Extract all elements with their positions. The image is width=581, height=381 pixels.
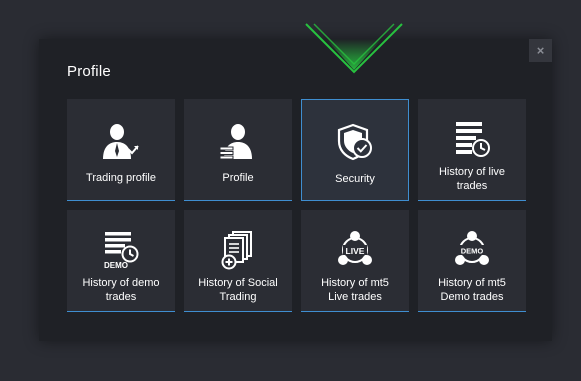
tile-trading-profile[interactable]: Trading profile xyxy=(67,99,175,201)
mt5-demo-icon: DEMO xyxy=(455,231,489,265)
tile-history-social-trading[interactable]: History of Social Trading xyxy=(184,210,292,312)
profile-modal: × Profile Trading profile Profile Securi… xyxy=(39,39,552,341)
profile-menu-grid: Trading profile Profile Security History… xyxy=(67,99,526,312)
trading-profile-icon xyxy=(103,124,139,159)
tile-history-demo-trades[interactable]: DEMO History of demo trades xyxy=(67,210,175,312)
close-icon: × xyxy=(536,43,545,58)
tile-history-mt5-live[interactable]: LIVE History of mt5 Live trades xyxy=(301,210,409,312)
security-shield-icon xyxy=(337,123,372,161)
profile-icon xyxy=(219,124,252,160)
live-badge: LIVE xyxy=(346,246,365,256)
tile-label: Trading profile xyxy=(86,172,156,184)
tile-label: Profile xyxy=(222,172,254,184)
close-button[interactable]: × xyxy=(529,39,552,62)
tile-label: History of live trades xyxy=(438,166,506,192)
history-live-trades-icon xyxy=(456,122,490,157)
tile-label: History of demo trades xyxy=(82,277,160,303)
tile-security[interactable]: Security xyxy=(301,99,409,201)
tile-label: History of mt5 Live trades xyxy=(321,277,389,303)
tile-history-live-trades[interactable]: History of live trades xyxy=(418,99,526,201)
tile-history-mt5-demo[interactable]: DEMO History of mt5 Demo trades xyxy=(418,210,526,312)
chevron-down-indicator-icon xyxy=(305,23,403,74)
history-demo-trades-icon: DEMO xyxy=(104,232,139,270)
tile-label: History of mt5 Demo trades xyxy=(438,277,506,303)
modal-title: Profile xyxy=(67,63,111,80)
demo-badge: DEMO xyxy=(104,261,128,270)
mt5-live-icon: LIVE xyxy=(338,231,372,265)
demo-badge: DEMO xyxy=(461,247,484,256)
tile-profile[interactable]: Profile xyxy=(184,99,292,201)
tile-label: Security xyxy=(335,173,375,185)
history-social-trading-icon xyxy=(221,231,252,270)
tile-label: History of Social Trading xyxy=(198,277,278,303)
